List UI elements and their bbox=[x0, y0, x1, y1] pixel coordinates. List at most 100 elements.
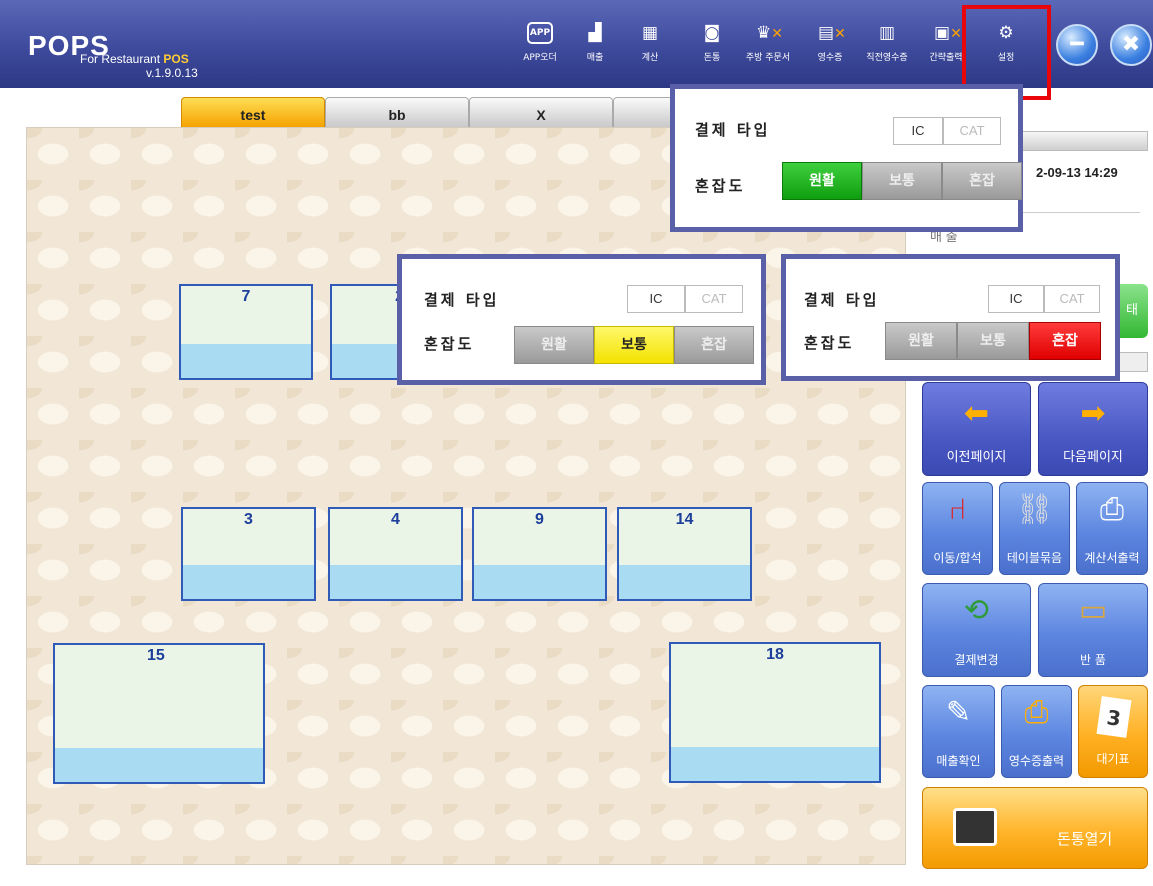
return-button[interactable]: ▭ 반 품 bbox=[1038, 583, 1148, 677]
congestion-smooth[interactable]: 원활 bbox=[885, 322, 957, 360]
info-header-bar bbox=[1018, 131, 1148, 151]
sales-button[interactable]: ▟ 매출 bbox=[569, 22, 621, 74]
table-number: 7 bbox=[241, 288, 251, 305]
arrow-right-icon: ➡ bbox=[1080, 396, 1106, 431]
congestion-smooth[interactable]: 원활 bbox=[782, 162, 862, 200]
cash-drawer-button[interactable]: ◙ 돈통 bbox=[686, 22, 738, 74]
box-icon: ▭ bbox=[1078, 593, 1108, 628]
queue-ticket-button[interactable]: 3 대기표 bbox=[1078, 685, 1148, 778]
last-receipt-button[interactable]: ▥ 직전영수증 bbox=[856, 22, 918, 74]
app-order-label: APP오더 bbox=[523, 53, 557, 63]
table-footer bbox=[183, 565, 314, 599]
info-field bbox=[1118, 352, 1148, 372]
kitchen-order-label: 주방 주문서 bbox=[745, 53, 791, 63]
table-footer bbox=[619, 565, 750, 599]
close-icon: ✖ bbox=[1121, 32, 1141, 57]
table-number: 14 bbox=[675, 511, 694, 528]
table-footer bbox=[474, 565, 605, 599]
cash-drawer-icon: ◙ bbox=[703, 23, 721, 43]
settings-popup-smooth: 결제 타입 IC CAT 혼잡도 원활 보통 혼잡 bbox=[670, 84, 1023, 232]
pos-app: POPS For Restaurant POS v.1.9.0.13 APP A… bbox=[0, 0, 1153, 886]
table-14[interactable]: 14 bbox=[617, 507, 752, 601]
receipt-button[interactable]: ▤✕ 영수증 bbox=[804, 22, 856, 74]
congestion-busy[interactable]: 혼잡 bbox=[1029, 322, 1101, 360]
open-drawer-label: 돈통열기 bbox=[1057, 830, 1113, 848]
bill-print-label: 계산서출력 bbox=[1084, 551, 1140, 565]
payment-type-label: 결제 타입 bbox=[695, 121, 771, 139]
congestion-busy[interactable]: 혼잡 bbox=[674, 326, 754, 364]
kitchen-order-button[interactable]: ♛✕ 주방 주문서 bbox=[738, 22, 798, 74]
prev-page-label: 이전페이지 bbox=[946, 450, 1007, 465]
move-join-button[interactable]: ⑁ 이동/합석 bbox=[922, 482, 993, 575]
ic-option[interactable]: IC bbox=[627, 285, 685, 313]
congestion-busy[interactable]: 혼잡 bbox=[942, 162, 1022, 200]
brief-print-label: 간략출력 bbox=[929, 53, 963, 63]
table-number: 4 bbox=[391, 511, 400, 528]
tab-test[interactable]: test bbox=[181, 97, 325, 127]
table-number: 15 bbox=[147, 647, 165, 664]
table-9[interactable]: 9 bbox=[472, 507, 607, 601]
queue-ticket-label: 대기표 bbox=[1096, 752, 1130, 766]
receipt-label: 영수증 bbox=[817, 53, 843, 63]
congestion-label: 혼잡도 bbox=[695, 177, 746, 195]
congestion-label: 혼잡도 bbox=[804, 334, 855, 352]
last-receipt-label: 직전영수증 bbox=[866, 53, 908, 63]
money-icon: ⟲ bbox=[963, 593, 990, 628]
table-3[interactable]: 3 bbox=[181, 507, 316, 601]
ic-option[interactable]: IC bbox=[893, 117, 943, 145]
congestion-label: 혼잡도 bbox=[424, 335, 475, 353]
payment-change-button[interactable]: ⟲ 결제변경 bbox=[922, 583, 1031, 677]
bill-print-button[interactable]: ⎙ 계산서출력 bbox=[1076, 482, 1148, 575]
status-button[interactable]: 태 bbox=[1116, 284, 1148, 338]
chef-hat-icon: ♛✕ bbox=[756, 23, 783, 43]
app-order-button[interactable]: APP APP오더 bbox=[514, 22, 566, 74]
congestion-normal[interactable]: 보통 bbox=[957, 322, 1029, 360]
cash-drawer-label: 돈통 bbox=[703, 53, 721, 63]
sales-check-label: 매출확인 bbox=[936, 754, 981, 768]
open-drawer-button[interactable]: 돈통열기 bbox=[922, 787, 1148, 869]
settings-popup-busy: 결제 타입 IC CAT 혼잡도 원활 보통 혼잡 bbox=[781, 254, 1120, 381]
calculate-button[interactable]: ▦ 계산 bbox=[624, 22, 676, 74]
arrow-left-icon: ⬅ bbox=[963, 396, 990, 431]
tab-bb[interactable]: bb bbox=[325, 97, 469, 127]
table-15[interactable]: 15 bbox=[53, 643, 265, 784]
settings-popup-normal: 결제 타입 IC CAT 혼잡도 원활 보통 혼잡 bbox=[397, 254, 766, 385]
receipt-print-label: 영수증출력 bbox=[1008, 754, 1065, 768]
table-footer bbox=[181, 344, 311, 378]
table-footer bbox=[671, 747, 879, 781]
ic-option[interactable]: IC bbox=[988, 285, 1044, 313]
brief-print-icon: ▣✕ bbox=[934, 23, 962, 43]
cat-option[interactable]: CAT bbox=[1044, 285, 1100, 313]
close-button[interactable]: ✖ bbox=[1110, 24, 1152, 66]
cat-option[interactable]: CAT bbox=[685, 285, 743, 313]
cat-option[interactable]: CAT bbox=[943, 117, 1001, 145]
tab-more[interactable] bbox=[613, 97, 677, 127]
logo-sub-accent: POS bbox=[163, 52, 189, 66]
checklist-icon: ✎ bbox=[945, 695, 972, 730]
chain-link-icon: ⛓ bbox=[1015, 492, 1054, 527]
calculator-icon: ▦ bbox=[641, 23, 659, 43]
congestion-normal[interactable]: 보통 bbox=[862, 162, 942, 200]
minus-icon: ━ bbox=[1070, 32, 1084, 57]
table-footer bbox=[55, 748, 263, 782]
next-page-button[interactable]: ➡ 다음페이지 bbox=[1038, 382, 1148, 476]
receipt-icon: ▤✕ bbox=[818, 23, 846, 43]
minimize-button[interactable]: ━ bbox=[1056, 24, 1098, 66]
table-7[interactable]: 7 bbox=[179, 284, 313, 380]
congestion-smooth[interactable]: 원활 bbox=[514, 326, 594, 364]
logo-sub-text: For Restaurant bbox=[80, 52, 161, 66]
receipt-printer-icon: ⎙ bbox=[1024, 695, 1049, 730]
table-4[interactable]: 4 bbox=[328, 507, 463, 601]
receipt-print-button[interactable]: ⎙ 영수증출력 bbox=[1001, 685, 1072, 778]
app-icon: APP bbox=[527, 22, 553, 44]
sales-check-button[interactable]: ✎ 매출확인 bbox=[922, 685, 995, 778]
table-group-button[interactable]: ⛓ 테이블묶음 bbox=[999, 482, 1070, 575]
sales-chart-icon: ▟ bbox=[588, 23, 602, 43]
table-18[interactable]: 18 bbox=[669, 642, 881, 783]
prev-page-button[interactable]: ⬅ 이전페이지 bbox=[922, 382, 1031, 476]
payment-type-label: 결제 타입 bbox=[424, 291, 500, 309]
payment-change-label: 결제변경 bbox=[954, 653, 999, 667]
tab-x[interactable]: X bbox=[469, 97, 613, 127]
fax-printer-icon bbox=[953, 808, 997, 846]
congestion-normal[interactable]: 보통 bbox=[594, 326, 674, 364]
